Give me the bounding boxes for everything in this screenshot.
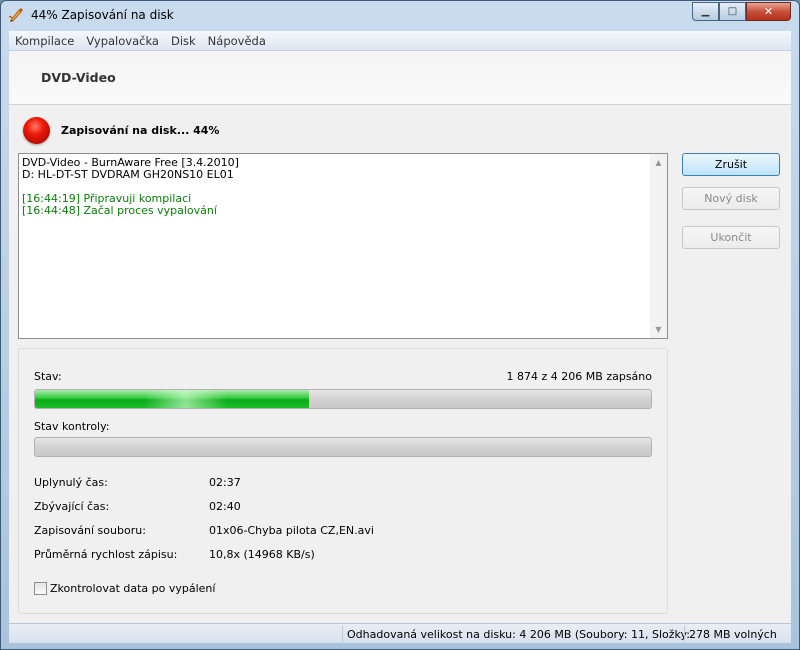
info-label: Zapisování souboru:	[34, 524, 146, 537]
window-title: 44% Zapisování na disk	[31, 8, 174, 22]
write-progress-fill	[35, 390, 310, 408]
quit-button[interactable]: Ukončit	[682, 226, 780, 249]
info-value: 02:37	[209, 476, 241, 489]
scroll-down-arrow-icon[interactable]: ▼	[650, 321, 667, 338]
info-row-elapsed: Uplynulý čas: 02:37	[34, 476, 241, 490]
log-line: D: HL-DT-ST DVDRAM GH20NS10 EL01	[22, 168, 234, 181]
menu-compilation[interactable]: Kompilace	[9, 34, 80, 48]
burn-status-text: Zapisování na disk... 44%	[61, 123, 220, 137]
new-disc-button[interactable]: Nový disk	[682, 187, 780, 210]
info-value: 02:40	[209, 500, 241, 513]
log-scrollbar[interactable]: ▲ ▼	[650, 154, 667, 338]
write-state-label: Stav:	[34, 370, 62, 383]
info-label: Uplynulý čas:	[34, 476, 108, 489]
write-progress-bar	[34, 389, 652, 409]
info-value: 10,8x (14968 KB/s)	[209, 548, 315, 561]
minimize-button[interactable]: ▁	[692, 2, 719, 21]
burning-status-icon	[23, 116, 50, 144]
verify-progress-bar	[34, 437, 652, 457]
verify-after-burn-option[interactable]: Zkontrolovat data po vypálení	[34, 582, 215, 595]
menu-help[interactable]: Nápověda	[202, 34, 272, 48]
scroll-up-arrow-icon[interactable]: ▲	[650, 154, 667, 171]
burn-app-icon	[8, 8, 23, 22]
status-bar: Odhadovaná velikost na disku: 4 206 MB (…	[9, 623, 791, 643]
client-area: DVD-Video Zapisování na disk... 44% DVD-…	[9, 51, 791, 623]
burn-status: Zapisování na disk... 44%	[23, 115, 219, 145]
verify-state-label: Stav kontroly:	[34, 420, 110, 433]
maximize-button[interactable]: □	[719, 2, 746, 21]
info-label: Zbývající čas:	[34, 500, 110, 513]
title-bar[interactable]: 44% Zapisování na disk ▁ □ ✕	[1, 1, 799, 31]
info-row-speed: Průměrná rychlost zápisu: 10,8x (14968 K…	[34, 548, 315, 562]
window-controls: ▁ □ ✕	[692, 2, 791, 21]
menu-disc[interactable]: Disk	[165, 34, 202, 48]
info-value: 01x06-Chyba pilota CZ,EN.avi	[209, 524, 374, 537]
app-window: 44% Zapisování na disk ▁ □ ✕ Kompilace V…	[0, 0, 800, 650]
header-banner: DVD-Video	[9, 51, 791, 105]
log-event: [16:44:48] Začal proces vypalování	[22, 204, 217, 217]
free-space: 278 MB volných	[684, 626, 791, 642]
progress-panel: Stav: 1 874 z 4 206 MB zapsáno Stav kont…	[18, 348, 668, 614]
menu-bar: Kompilace Vypalovačka Disk Nápověda	[9, 31, 791, 51]
info-label: Průměrná rychlost zápisu:	[34, 548, 178, 561]
compilation-title: DVD-Video	[41, 70, 116, 85]
verify-checkbox[interactable]	[34, 582, 47, 595]
close-button[interactable]: ✕	[746, 2, 791, 21]
verify-checkbox-label[interactable]: Zkontrolovat data po vypálení	[50, 582, 215, 595]
size-estimate: Odhadovaná velikost na disku: 4 206 MB (…	[342, 626, 690, 642]
info-row-file: Zapisování souboru: 01x06-Chyba pilota C…	[34, 524, 374, 538]
menu-burner[interactable]: Vypalovačka	[80, 34, 165, 48]
cancel-button[interactable]: Zrušit	[682, 153, 780, 176]
written-amount: 1 874 z 4 206 MB zapsáno	[506, 370, 652, 383]
log-box[interactable]: DVD-Video - BurnAware Free [3.4.2010] D:…	[18, 153, 668, 339]
info-row-remaining: Zbývající čas: 02:40	[34, 500, 241, 514]
